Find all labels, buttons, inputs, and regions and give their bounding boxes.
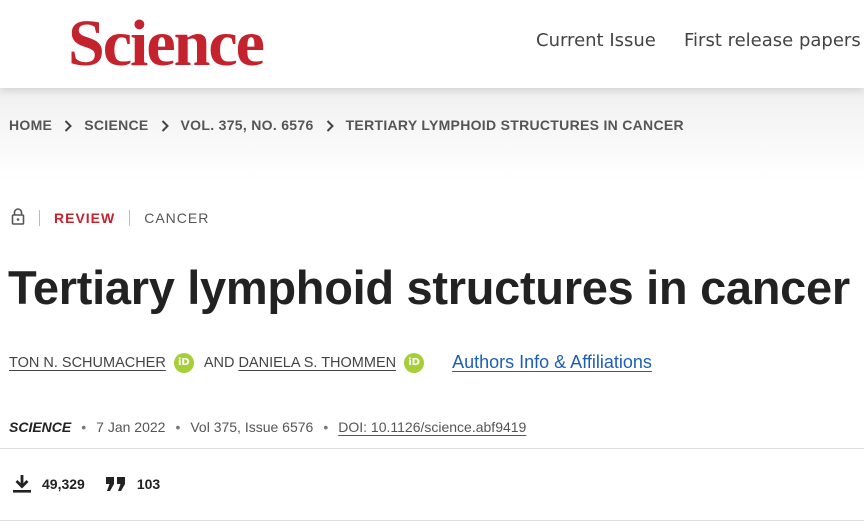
publication-date: 7 Jan 2022 xyxy=(96,419,166,435)
doi-link[interactable]: DOI: 10.1126/science.abf9419 xyxy=(338,419,526,435)
download-count: 49,329 xyxy=(42,476,85,492)
author-separator: AND xyxy=(203,354,235,371)
chevron-right-icon xyxy=(155,117,175,133)
volume-issue[interactable]: Vol 375, Issue 6576 xyxy=(190,419,313,435)
lock-icon xyxy=(11,207,25,228)
breadcrumb-band xyxy=(0,88,864,180)
breadcrumb: HOME SCIENCE VOL. 375, NO. 6576 TERTIARY… xyxy=(9,117,684,133)
nav-first-release-papers[interactable]: First release papers xyxy=(684,30,861,51)
site-header: Science Current Issue First release pape… xyxy=(0,0,864,88)
breadcrumb-volume[interactable]: VOL. 375, NO. 6576 xyxy=(181,117,314,133)
download-icon xyxy=(12,474,32,494)
author-schumacher[interactable]: TON N. SCHUMACHER xyxy=(9,355,166,371)
authors-info-link[interactable]: Authors Info & Affiliations xyxy=(452,352,652,373)
bullet-separator: • xyxy=(175,419,181,435)
chevron-right-icon xyxy=(58,117,78,133)
author-list: TON N. SCHUMACHER iD AND DANIELA S. THOM… xyxy=(9,352,652,373)
citation-count: 103 xyxy=(136,476,161,492)
article-subject[interactable]: CANCER xyxy=(144,210,209,226)
divider xyxy=(39,209,40,226)
article-type: REVIEW xyxy=(54,209,116,226)
breadcrumb-current: TERTIARY LYMPHOID STRUCTURES IN CANCER xyxy=(345,117,684,133)
orcid-icon[interactable]: iD xyxy=(173,352,194,373)
nav-current-issue[interactable]: Current Issue xyxy=(536,30,656,51)
article-title: Tertiary lymphoid structures in cancer xyxy=(8,261,850,314)
breadcrumb-science[interactable]: SCIENCE xyxy=(84,117,148,133)
author-thommen[interactable]: DANIELA S. THOMMEN xyxy=(238,355,396,371)
journal-name: SCIENCE xyxy=(9,419,72,435)
science-logo[interactable]: Science xyxy=(68,8,265,80)
bullet-separator: • xyxy=(81,419,87,435)
orcid-icon[interactable]: iD xyxy=(404,352,425,373)
article-metrics: 49,329 103 xyxy=(12,474,160,494)
publication-info: SCIENCE • 7 Jan 2022 • Vol 375, Issue 65… xyxy=(9,419,526,435)
divider xyxy=(129,209,131,226)
bullet-separator: • xyxy=(323,419,329,435)
quote-icon xyxy=(105,476,127,492)
chevron-right-icon xyxy=(320,117,340,133)
divider xyxy=(0,448,864,449)
breadcrumb-home[interactable]: HOME xyxy=(9,117,52,133)
article-meta: REVIEW CANCER xyxy=(11,207,209,228)
divider xyxy=(0,520,864,521)
